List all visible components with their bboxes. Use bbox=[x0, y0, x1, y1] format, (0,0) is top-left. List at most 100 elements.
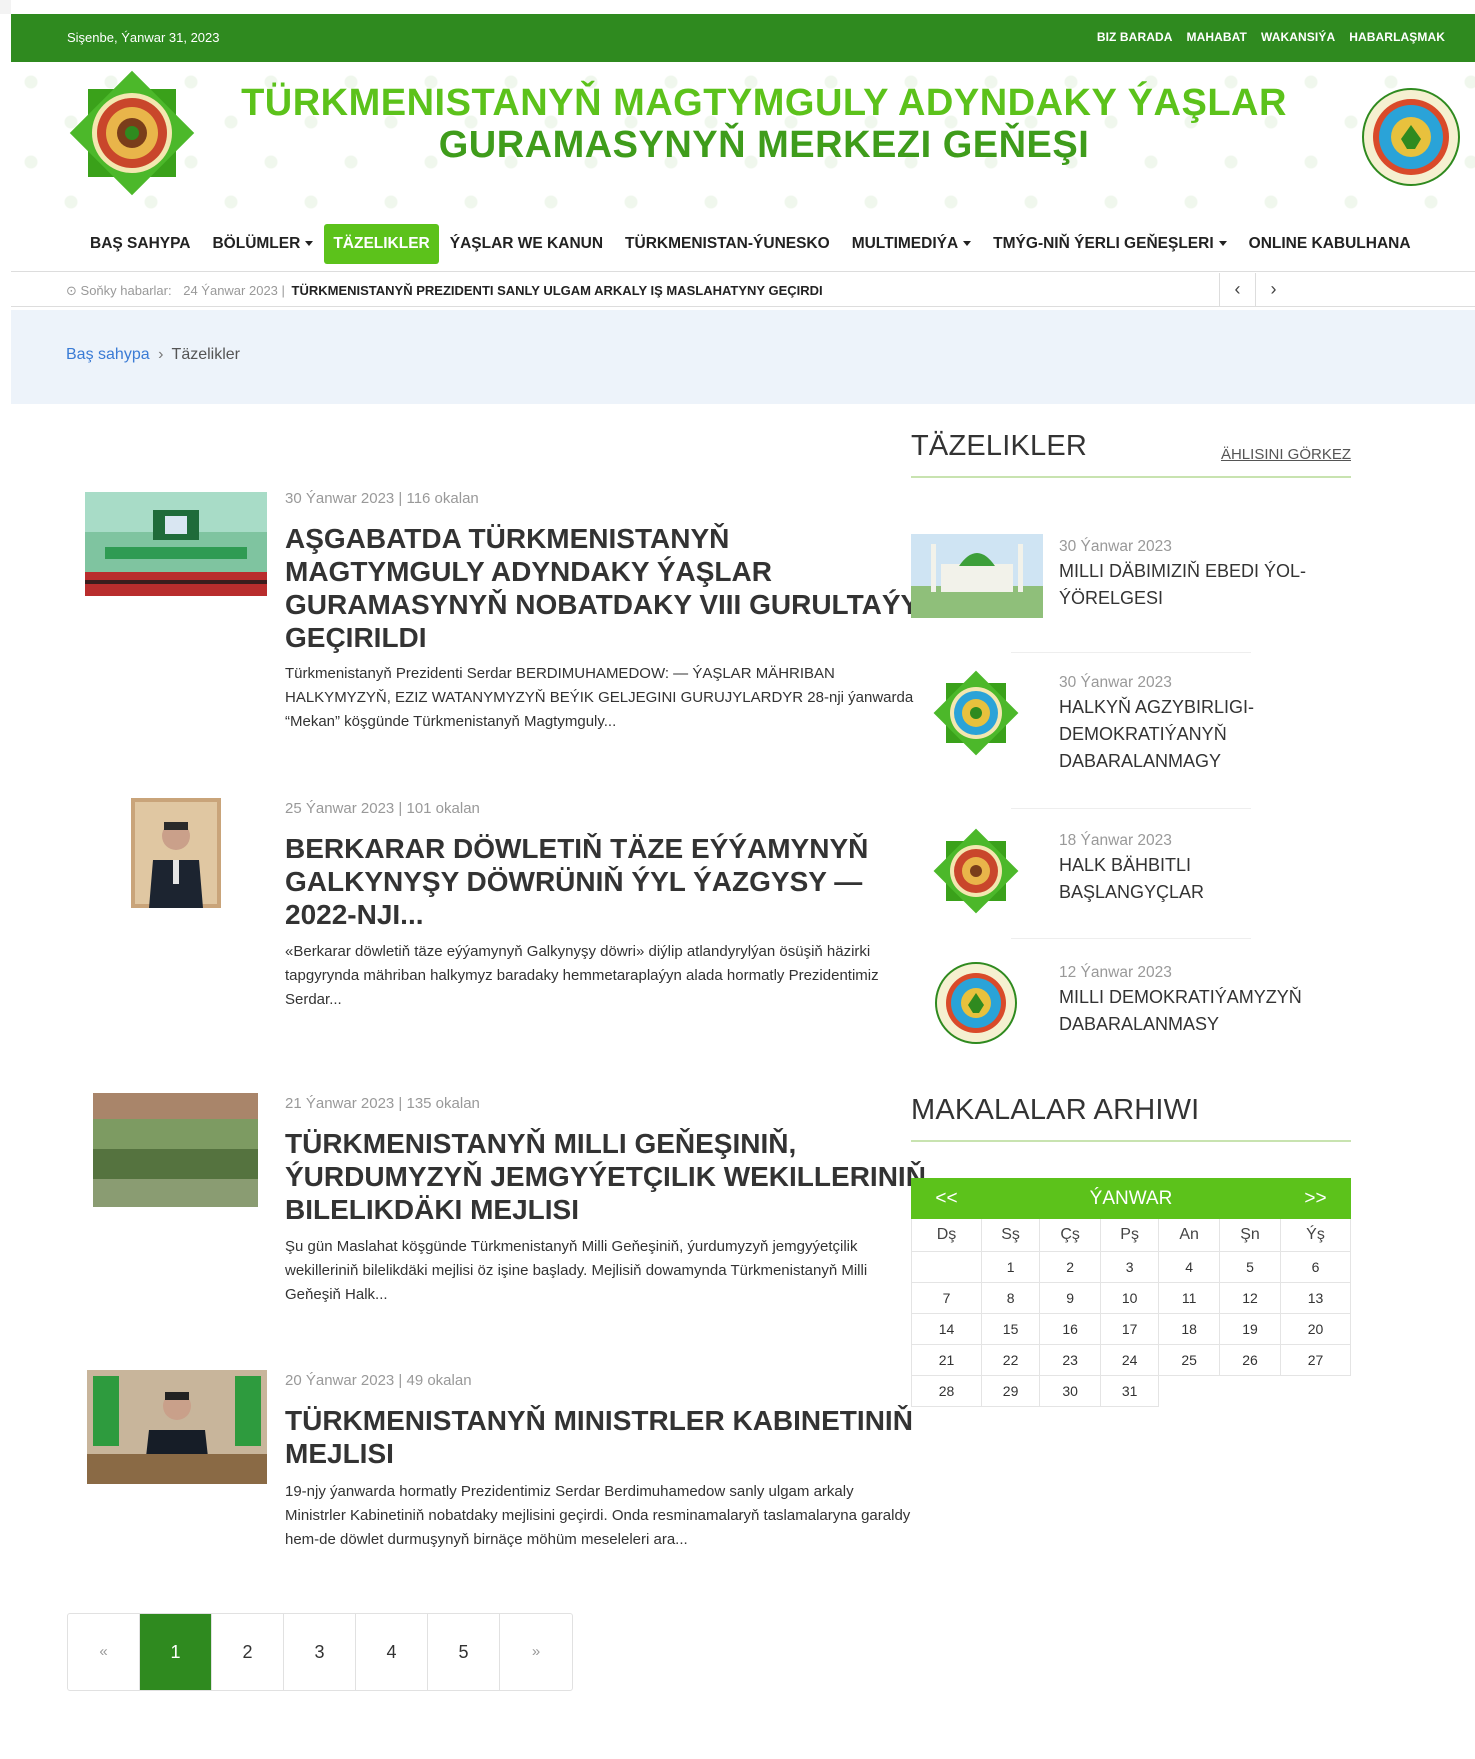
nav-item-home[interactable]: BAŞ SAHYPA bbox=[79, 225, 201, 263]
news-thumbnail[interactable] bbox=[911, 534, 1043, 618]
year-emblem-icon[interactable] bbox=[933, 960, 1019, 1046]
ticker-headline[interactable]: TÜRKMENISTANYŇ PREZIDENTI SANLY ULGAM AR… bbox=[292, 283, 823, 298]
calendar-day[interactable]: 2 bbox=[1039, 1251, 1102, 1283]
article-title[interactable]: AŞGABATDA TÜRKMENISTANYŇ MAGTYMGULY ADYN… bbox=[285, 522, 935, 654]
calendar-prev-button[interactable]: << bbox=[911, 1178, 982, 1219]
pagination-prev-button[interactable]: « bbox=[68, 1614, 140, 1690]
ticker-date: 24 Ýanwar 2023 | bbox=[183, 283, 285, 298]
calendar-day[interactable]: 22 bbox=[980, 1344, 1041, 1376]
organization-emblem-icon[interactable] bbox=[933, 670, 1019, 756]
nav-item-online-reception[interactable]: ONLINE KABULHANA bbox=[1238, 225, 1422, 263]
calendar-day[interactable]: 3 bbox=[1100, 1251, 1160, 1283]
article-thumbnail[interactable] bbox=[87, 1370, 267, 1484]
calendar-empty-cell bbox=[911, 1251, 982, 1283]
news-title[interactable]: MILLI DÄBIMIZIŇ EBEDI ÝOL-ÝÖRELGESI bbox=[1059, 558, 1339, 612]
nav-item-news[interactable]: TÄZELIKLER bbox=[324, 224, 439, 264]
top-link-contact[interactable]: HABARLAŞMAK bbox=[1349, 30, 1445, 44]
article-title[interactable]: TÜRKMENISTANYŇ MILLI GEŇEŞINIŇ, ÝURDUMYZ… bbox=[285, 1127, 935, 1226]
pagination-page-4[interactable]: 4 bbox=[356, 1614, 428, 1690]
article-excerpt: «Berkarar döwletiň täze eýýamynyň Galkyn… bbox=[285, 943, 879, 1008]
calendar-day[interactable]: 18 bbox=[1158, 1313, 1221, 1345]
calendar-day[interactable]: 13 bbox=[1280, 1282, 1351, 1314]
calendar-day[interactable]: 29 bbox=[980, 1375, 1041, 1407]
calendar-day[interactable]: 14 bbox=[911, 1313, 982, 1345]
pagination-page-2[interactable]: 2 bbox=[212, 1614, 284, 1690]
top-link-advertising[interactable]: MAHABAT bbox=[1187, 30, 1247, 44]
article-meta: 20 Ýanwar 2023 | 49 okalan bbox=[285, 1372, 472, 1389]
calendar-day[interactable]: 4 bbox=[1158, 1251, 1221, 1283]
news-date: 30 Ýanwar 2023 bbox=[1059, 538, 1172, 555]
pagination-page-5[interactable]: 5 bbox=[428, 1614, 500, 1690]
divider bbox=[911, 1140, 1351, 1142]
calendar-day[interactable]: 8 bbox=[980, 1282, 1041, 1314]
year-emblem-icon bbox=[1362, 88, 1460, 186]
weekday-label: An bbox=[1158, 1218, 1221, 1252]
article-thumbnail[interactable] bbox=[131, 798, 221, 908]
calendar-day[interactable]: 23 bbox=[1039, 1344, 1102, 1376]
calendar-day[interactable]: 12 bbox=[1219, 1282, 1281, 1314]
divider bbox=[911, 476, 1351, 478]
calendar-day[interactable]: 19 bbox=[1219, 1313, 1281, 1345]
calendar-next-button[interactable]: >> bbox=[1280, 1178, 1351, 1219]
pagination-next-button[interactable]: » bbox=[500, 1614, 572, 1690]
calendar-day[interactable]: 17 bbox=[1100, 1313, 1160, 1345]
breadcrumb: Baş sahypa › Täzelikler bbox=[11, 310, 1475, 404]
calendar-day[interactable]: 9 bbox=[1039, 1282, 1102, 1314]
pagination-page-3[interactable]: 3 bbox=[284, 1614, 356, 1690]
show-all-link[interactable]: ÄHLISINI GÖRKEZ bbox=[1221, 446, 1351, 463]
news-date: 12 Ýanwar 2023 bbox=[1059, 964, 1172, 981]
article-excerpt: 19-njy ýanwarda hormatly Prezidentimiz S… bbox=[285, 1483, 911, 1548]
calendar-day[interactable]: 20 bbox=[1280, 1313, 1351, 1345]
news-title[interactable]: MILLI DEMOKRATIÝAMYZYŇ DABARALANMASY bbox=[1059, 984, 1339, 1038]
ticker-next-button[interactable]: › bbox=[1255, 273, 1291, 307]
weekday-label: Çş bbox=[1039, 1218, 1102, 1252]
calendar-day[interactable]: 24 bbox=[1100, 1344, 1160, 1376]
main-nav: BAŞ SAHYPA BÖLÜMLER TÄZELIKLER ÝAŞLAR WE… bbox=[11, 212, 1475, 272]
calendar-week-row: 123456 bbox=[911, 1251, 1351, 1283]
nav-item-youth-law[interactable]: ÝAŞLAR WE KANUN bbox=[439, 225, 614, 263]
nav-item-multimedia[interactable]: MULTIMEDIÝA bbox=[841, 225, 982, 263]
article-title[interactable]: BERKARAR DÖWLETIŇ TÄZE EÝÝAMYNYŇ GALKYNY… bbox=[285, 832, 935, 931]
divider bbox=[1011, 652, 1251, 653]
top-bar: Sişenbe, Ýanwar 31, 2023 BIZ BARADA MAHA… bbox=[11, 14, 1475, 62]
weekday-label: Ýş bbox=[1280, 1218, 1351, 1252]
clock-icon: ⊙ bbox=[66, 283, 77, 298]
calendar-day[interactable]: 11 bbox=[1158, 1282, 1221, 1314]
news-title[interactable]: HALKYŇ AGZYBIRLIGI-DEMOKRATIÝANYŇ DABARA… bbox=[1059, 694, 1339, 775]
calendar-day[interactable]: 7 bbox=[911, 1282, 982, 1314]
nav-item-unesco[interactable]: TÜRKMENISTAN-ÝUNESKO bbox=[614, 225, 841, 263]
calendar-empty-cell bbox=[1281, 1376, 1351, 1407]
nav-item-sections[interactable]: BÖLÜMLER bbox=[201, 225, 324, 263]
calendar-day[interactable]: 5 bbox=[1219, 1251, 1281, 1283]
organization-emblem-icon[interactable] bbox=[69, 70, 195, 196]
pagination-page-1[interactable]: 1 bbox=[140, 1614, 212, 1690]
top-link-vacancy[interactable]: WAKANSIÝA bbox=[1261, 30, 1335, 44]
calendar-day[interactable]: 31 bbox=[1100, 1375, 1160, 1407]
article-title[interactable]: TÜRKMENISTANYŇ MINISTRLER KABINETINIŇ ME… bbox=[285, 1404, 935, 1470]
site-title[interactable]: TÜRKMENISTANYŇ MAGTYMGULY ADYNDAKY ÝAŞLA… bbox=[189, 82, 1339, 166]
calendar-day[interactable]: 28 bbox=[911, 1375, 982, 1407]
calendar-day[interactable]: 15 bbox=[980, 1313, 1041, 1345]
calendar-day[interactable]: 1 bbox=[980, 1251, 1041, 1283]
archive-section: MAKALALAR ARHIWI bbox=[911, 1094, 1351, 1142]
article-thumbnail[interactable] bbox=[85, 492, 267, 596]
breadcrumb-home[interactable]: Baş sahypa bbox=[66, 346, 150, 363]
pagination: « 1 2 3 4 5 » bbox=[67, 1613, 573, 1691]
news-title[interactable]: HALK BÄHBITLI BAŞLANGYÇLAR bbox=[1059, 852, 1339, 906]
calendar-day[interactable]: 30 bbox=[1039, 1375, 1102, 1407]
article-meta: 30 Ýanwar 2023 | 116 okalan bbox=[285, 490, 479, 507]
calendar-day[interactable]: 26 bbox=[1219, 1344, 1281, 1376]
calendar-day[interactable]: 10 bbox=[1100, 1282, 1160, 1314]
nav-item-local-councils[interactable]: TMÝG-NIŇ ÝERLI GEŇEŞLERI bbox=[982, 225, 1237, 263]
divider bbox=[1011, 808, 1251, 809]
calendar-day[interactable]: 16 bbox=[1039, 1313, 1102, 1345]
calendar-day[interactable]: 21 bbox=[911, 1344, 982, 1376]
calendar-day[interactable]: 25 bbox=[1158, 1344, 1221, 1376]
calendar-day[interactable]: 27 bbox=[1280, 1344, 1351, 1376]
article-thumbnail[interactable] bbox=[93, 1093, 258, 1207]
calendar-day[interactable]: 6 bbox=[1280, 1251, 1351, 1283]
organization-emblem-icon[interactable] bbox=[933, 828, 1019, 914]
ticker-prev-button[interactable]: ‹ bbox=[1219, 273, 1255, 307]
calendar-month: ÝANWAR bbox=[981, 1178, 1281, 1219]
top-link-about[interactable]: BIZ BARADA bbox=[1097, 30, 1173, 44]
